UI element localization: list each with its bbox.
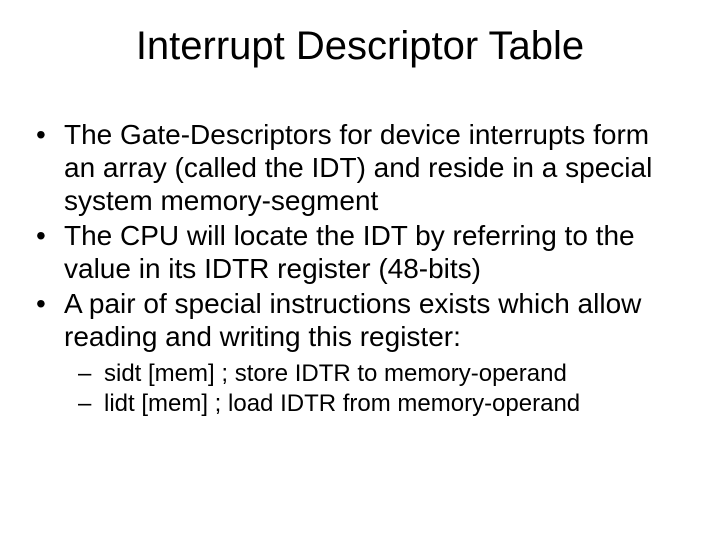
slide-title: Interrupt Descriptor Table — [0, 24, 720, 69]
bullet-item: The Gate-Descriptors for device interrup… — [32, 118, 680, 217]
slide: Interrupt Descriptor Table The Gate-Desc… — [0, 0, 720, 540]
slide-body: The Gate-Descriptors for device interrup… — [32, 118, 680, 421]
bullet-list: The Gate-Descriptors for device interrup… — [32, 118, 680, 419]
bullet-text: A pair of special instructions exists wh… — [64, 288, 641, 352]
bullet-item: A pair of special instructions exists wh… — [32, 287, 680, 419]
sub-bullet-item: lidt [mem] ; load IDTR from memory-opera… — [74, 389, 680, 419]
sub-bullet-item: sidt [mem] ; store IDTR to memory-operan… — [74, 359, 680, 389]
bullet-item: The CPU will locate the IDT by referring… — [32, 219, 680, 285]
sub-bullet-list: sidt [mem] ; store IDTR to memory-operan… — [64, 359, 680, 419]
